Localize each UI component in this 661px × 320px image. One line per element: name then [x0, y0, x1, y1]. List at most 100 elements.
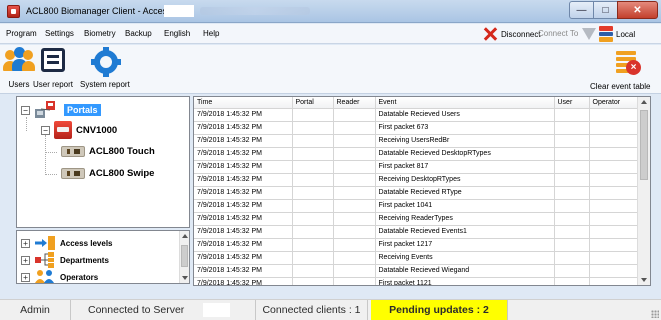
expand-departments-toggle[interactable]: +: [21, 255, 30, 265]
close-button[interactable]: ✕: [617, 1, 658, 19]
column-header-portal[interactable]: Portal: [292, 97, 334, 109]
cell-reader: [333, 225, 376, 239]
device-tree: − Portals − CNV1000 ACL800 Touch ACL800 …: [16, 96, 190, 228]
server-icon: [599, 26, 613, 43]
menu-settings[interactable]: Settings: [45, 29, 74, 38]
cell-reader: [333, 199, 376, 213]
cell-user: [554, 212, 590, 226]
expand-access-levels-toggle[interactable]: +: [21, 238, 30, 248]
cell-event: Datatable Recieved Wiegand: [375, 264, 555, 278]
tree-label-acl800-touch: ACL800 Touch: [89, 146, 155, 157]
redacted-server-name: [203, 303, 230, 317]
category-operators[interactable]: + Operators: [21, 269, 98, 285]
cell-user: [554, 121, 590, 135]
table-row[interactable]: 7/9/2018 1:45:32 PM Datatable Recieved Us…: [194, 108, 639, 122]
cell-user: [554, 134, 590, 148]
clear-event-table-button[interactable]: Clear event table: [590, 82, 650, 91]
toolbar: Users User report System report × Clear …: [0, 45, 661, 94]
table-row[interactable]: 7/9/2018 1:45:32 PM Receiving DesktopRTyp…: [194, 173, 639, 187]
scroll-down-arrow-icon[interactable]: [182, 276, 188, 280]
status-pending-updates: Pending updates : 2: [371, 300, 508, 320]
cell-event: First packet 673: [375, 121, 555, 135]
category-label: Access levels: [60, 238, 113, 248]
user-report-button[interactable]: User report: [33, 47, 73, 89]
cell-user: [554, 173, 590, 187]
table-row[interactable]: 7/9/2018 1:45:32 PM Receiving UsersRedBr: [194, 134, 639, 148]
menu-english[interactable]: English: [164, 29, 190, 38]
connect-to-button[interactable]: Connect To: [538, 29, 578, 38]
cell-time: 7/9/2018 1:45:32 PM: [194, 147, 293, 161]
tree-node-acl800-swipe[interactable]: ACL800 Swipe: [61, 168, 154, 179]
reader-icon: [61, 168, 85, 179]
cell-operator: [589, 212, 639, 226]
scroll-up-arrow-icon[interactable]: [182, 234, 188, 238]
cell-event: First packet 817: [375, 160, 555, 174]
cell-operator: [589, 134, 639, 148]
collapse-cnv1000-toggle[interactable]: −: [41, 125, 50, 135]
cell-time: 7/9/2018 1:45:32 PM: [194, 212, 293, 226]
cell-time: 7/9/2018 1:45:32 PM: [194, 238, 293, 252]
column-header-operator[interactable]: Operator: [589, 97, 639, 109]
scroll-down-arrow-icon[interactable]: [641, 278, 647, 282]
cell-operator: [589, 238, 639, 252]
clear-table-icon[interactable]: ×: [614, 51, 642, 75]
cell-time: 7/9/2018 1:45:32 PM: [194, 160, 293, 174]
category-scrollbar[interactable]: [179, 231, 189, 283]
cell-user: [554, 238, 590, 252]
window-title: ACL800 Biomanager Client - Access -: [26, 6, 178, 16]
cell-operator: [589, 186, 639, 200]
collapse-portals-toggle[interactable]: −: [21, 105, 30, 115]
table-row[interactable]: 7/9/2018 1:45:32 PM First packet 673: [194, 121, 639, 135]
category-label: Departments: [60, 255, 109, 265]
table-row[interactable]: 7/9/2018 1:45:32 PM Datatable Recieved RT…: [194, 186, 639, 200]
disconnect-x-icon: [483, 27, 497, 41]
menu-program[interactable]: Program: [6, 29, 37, 38]
maximize-button[interactable]: □: [593, 1, 618, 19]
column-header-event[interactable]: Event: [375, 97, 555, 109]
scroll-up-arrow-icon[interactable]: [641, 100, 647, 104]
category-access-levels[interactable]: + Access levels: [21, 235, 113, 251]
table-row[interactable]: 7/9/2018 1:45:32 PM Receiving Events: [194, 251, 639, 265]
reader-icon: [61, 146, 85, 157]
tree-label-acl800-swipe: ACL800 Swipe: [89, 168, 155, 179]
table-row[interactable]: 7/9/2018 1:45:32 PM First packet 1041: [194, 199, 639, 213]
table-row[interactable]: 7/9/2018 1:45:32 PM First packet 817: [194, 160, 639, 174]
cell-portal: [292, 186, 334, 200]
cell-event: First packet 1041: [375, 199, 555, 213]
column-header-user[interactable]: User: [554, 97, 590, 109]
table-row[interactable]: 7/9/2018 1:45:32 PM Datatable Recieved Ev…: [194, 225, 639, 239]
tree-node-acl800-touch[interactable]: ACL800 Touch: [61, 146, 155, 157]
local-button[interactable]: Local: [599, 26, 635, 43]
scroll-thumb[interactable]: [181, 245, 188, 267]
column-header-time[interactable]: Time: [194, 97, 293, 109]
cell-portal: [292, 251, 334, 265]
cell-event: Receiving DesktopRTypes: [375, 173, 555, 187]
expand-operators-toggle[interactable]: +: [21, 272, 30, 282]
disconnect-button[interactable]: Disconnect: [483, 27, 541, 41]
table-row[interactable]: 7/9/2018 1:45:32 PM Datatable Recieved Wi…: [194, 264, 639, 278]
table-row[interactable]: 7/9/2018 1:45:32 PM First packet 1217: [194, 238, 639, 252]
category-departments[interactable]: + Departments: [21, 252, 109, 268]
menu-biometry[interactable]: Biometry: [84, 29, 116, 38]
tree-node-cnv1000[interactable]: − CNV1000: [41, 121, 117, 139]
table-row[interactable]: 7/9/2018 1:45:32 PM Receiving ReaderTypes: [194, 212, 639, 226]
column-header-reader[interactable]: Reader: [333, 97, 376, 109]
menu-help[interactable]: Help: [203, 29, 219, 38]
system-report-button[interactable]: System report: [80, 47, 130, 89]
cell-time: 7/9/2018 1:45:32 PM: [194, 277, 293, 285]
minimize-button[interactable]: —: [569, 1, 594, 19]
redacted-title-part: [164, 5, 194, 17]
cell-reader: [333, 134, 376, 148]
cell-reader: [333, 212, 376, 226]
table-row[interactable]: 7/9/2018 1:45:32 PM First packet 1121: [194, 277, 639, 285]
event-table-scrollbar[interactable]: [637, 97, 650, 285]
resize-grip-icon[interactable]: [651, 310, 659, 318]
users-button[interactable]: Users: [3, 47, 35, 89]
funnel-icon[interactable]: [582, 28, 596, 40]
menu-backup[interactable]: Backup: [125, 29, 152, 38]
access-levels-icon: [34, 235, 56, 251]
cell-operator: [589, 251, 639, 265]
scroll-thumb[interactable]: [640, 110, 648, 180]
tree-node-portals[interactable]: − Portals: [21, 100, 101, 120]
table-row[interactable]: 7/9/2018 1:45:32 PM Datatable Recieved De…: [194, 147, 639, 161]
